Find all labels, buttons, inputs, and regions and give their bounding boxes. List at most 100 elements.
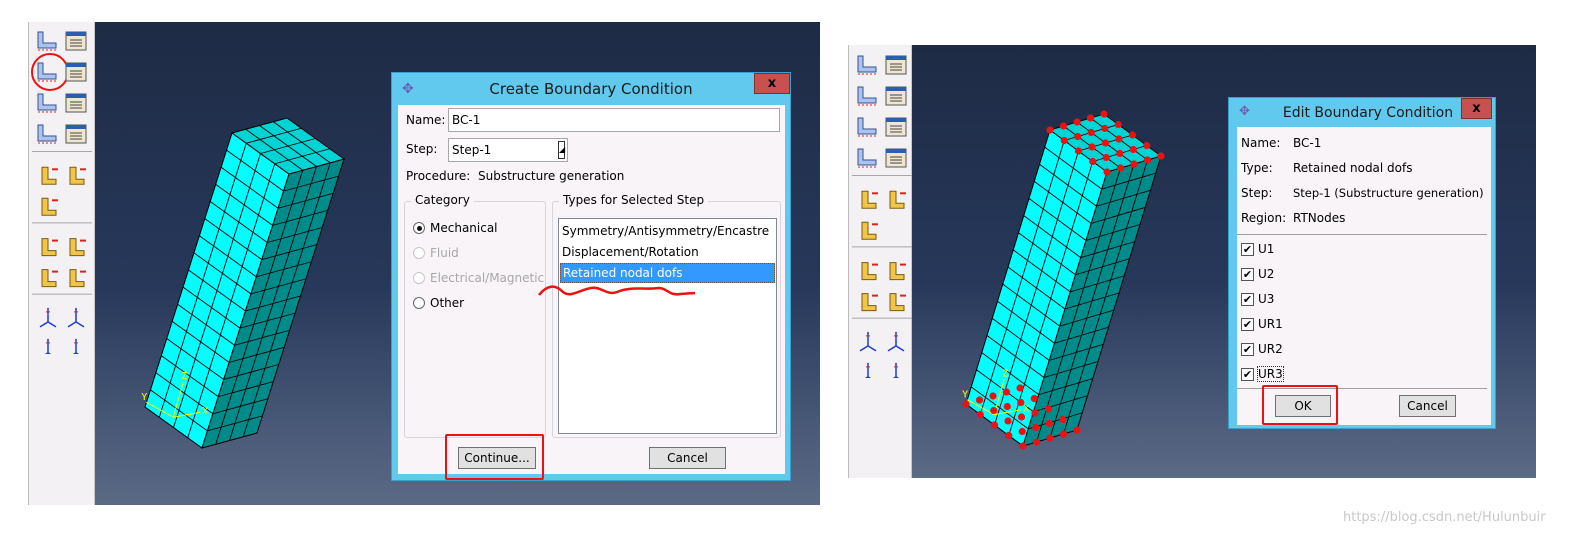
- connector-icon[interactable]: [889, 190, 906, 209]
- load-case-icon[interactable]: [857, 148, 877, 168]
- name-label: Name:: [1241, 136, 1281, 150]
- node-marker: [1143, 156, 1152, 164]
- dialog-body: Name: BC-1 Type: Retained nodal dofs Ste…: [1237, 127, 1491, 425]
- checkbox-u2[interactable]: ✔: [1241, 268, 1254, 281]
- node-marker: [1128, 131, 1137, 139]
- node-marker: [1073, 118, 1081, 126]
- node-marker: [1129, 145, 1137, 154]
- node-marker: [1003, 402, 1011, 411]
- type-label: Type:: [1241, 161, 1273, 175]
- node-marker: [1016, 384, 1024, 392]
- axis-icon[interactable]: [67, 307, 85, 328]
- node-marker: [1143, 141, 1151, 150]
- bc-manager-selected-icon[interactable]: [857, 86, 877, 106]
- bc-manager-icon[interactable]: [65, 62, 87, 82]
- triad-icon[interactable]: [888, 362, 904, 378]
- node-marker: [1115, 135, 1123, 143]
- checkbox-label-u3[interactable]: U3: [1258, 292, 1274, 306]
- constraint-icon[interactable]: [41, 166, 58, 185]
- partition-icon[interactable]: [889, 262, 906, 281]
- axis-icon[interactable]: [887, 331, 905, 352]
- edit-feature-icon[interactable]: [41, 197, 58, 216]
- node-marker: [1086, 114, 1095, 122]
- node-marker: [990, 421, 999, 429]
- node-marker: [1089, 157, 1097, 166]
- node-marker: [1018, 427, 1026, 436]
- node-marker: [1116, 149, 1124, 158]
- field-icon[interactable]: [37, 93, 57, 113]
- triad-x-label: X: [1023, 404, 1029, 415]
- node-marker: [1114, 120, 1122, 129]
- checkbox-label-ur3[interactable]: UR3: [1257, 366, 1284, 382]
- node-marker: [1031, 409, 1039, 417]
- node-marker: [1046, 126, 1054, 134]
- bc-create-icon[interactable]: [37, 31, 57, 51]
- partition-icon[interactable]: [69, 238, 86, 257]
- close-button[interactable]: x: [1461, 98, 1492, 119]
- load-case-manager-icon[interactable]: [885, 148, 907, 168]
- bc-manager-selected-icon[interactable]: [37, 62, 57, 82]
- node-marker: [1074, 132, 1082, 141]
- checkbox-u1[interactable]: ✔: [1241, 243, 1254, 256]
- checkbox-ur3[interactable]: ✔: [1241, 368, 1254, 381]
- checkbox-label-u1[interactable]: U1: [1258, 242, 1274, 256]
- checkbox-u3[interactable]: ✔: [1241, 293, 1254, 306]
- node-marker: [1073, 426, 1081, 434]
- watermark: https://blog.csdn.net/Hulunbuir: [1343, 510, 1546, 525]
- bc-manager-icon[interactable]: [65, 31, 87, 51]
- virtual-topology-icon[interactable]: [41, 269, 58, 288]
- checkbox-label-ur1[interactable]: UR1: [1258, 317, 1283, 331]
- node-marker: [1103, 168, 1111, 176]
- node-marker: [1046, 434, 1054, 442]
- step-label: Step:: [1241, 186, 1273, 200]
- node-marker: [1100, 110, 1108, 118]
- triad-icon[interactable]: [68, 338, 84, 354]
- triad-z-label: Z: [1002, 369, 1008, 380]
- node-marker: [1005, 431, 1013, 440]
- cancel-button[interactable]: Cancel: [1399, 395, 1456, 417]
- csys-xyz-icon[interactable]: [859, 331, 877, 352]
- bc-create-icon[interactable]: [857, 55, 877, 75]
- bc-manager-icon[interactable]: [885, 55, 907, 75]
- node-marker: [1088, 143, 1096, 151]
- checkbox-label-u2[interactable]: U2: [1258, 267, 1274, 281]
- node-marker: [989, 392, 997, 400]
- node-marker: [1101, 139, 1110, 147]
- datum-plane-icon[interactable]: [40, 338, 56, 354]
- connector-icon[interactable]: [69, 166, 86, 185]
- checkbox-label-ur2[interactable]: UR2: [1258, 342, 1283, 356]
- datum-point-icon[interactable]: [41, 238, 58, 257]
- node-marker: [1032, 438, 1041, 446]
- constraint-icon[interactable]: [861, 190, 878, 209]
- virtual-topology-icon[interactable]: [861, 293, 878, 312]
- field-icon[interactable]: [857, 117, 877, 137]
- edit-feature-icon[interactable]: [861, 221, 878, 240]
- cut-icon[interactable]: [69, 269, 86, 288]
- node-marker: [990, 406, 998, 415]
- node-marker: [1004, 417, 1012, 425]
- node-marker: [1059, 415, 1067, 424]
- load-case-icon[interactable]: [37, 124, 57, 144]
- node-marker: [1032, 423, 1040, 432]
- node-marker: [1116, 164, 1125, 172]
- node-marker: [1017, 413, 1026, 421]
- field-manager-icon[interactable]: [885, 117, 907, 137]
- dialog-titlebar[interactable]: ✥ Edit Boundary Condition: [1229, 98, 1495, 127]
- field-manager-icon[interactable]: [65, 93, 87, 113]
- triad-y-label: Y: [962, 390, 968, 401]
- load-case-manager-icon[interactable]: [65, 124, 87, 144]
- node-marker: [1074, 147, 1083, 155]
- node-marker: [1102, 153, 1110, 162]
- bc-manager-icon[interactable]: [885, 86, 907, 106]
- csys-xyz-icon[interactable]: [39, 307, 57, 328]
- node-marker: [1101, 124, 1109, 133]
- checkbox-ur2[interactable]: ✔: [1241, 343, 1254, 356]
- edit-boundary-condition-dialog: ✥ Edit Boundary Condition x Name: BC-1 T…: [1228, 97, 1496, 429]
- node-marker: [1130, 160, 1138, 168]
- checkbox-ur1[interactable]: ✔: [1241, 318, 1254, 331]
- datum-plane-icon[interactable]: [860, 362, 876, 378]
- datum-point-icon[interactable]: [861, 262, 878, 281]
- node-marker: [1030, 394, 1038, 403]
- region-value: RTNodes: [1293, 211, 1346, 225]
- cut-icon[interactable]: [889, 293, 906, 312]
